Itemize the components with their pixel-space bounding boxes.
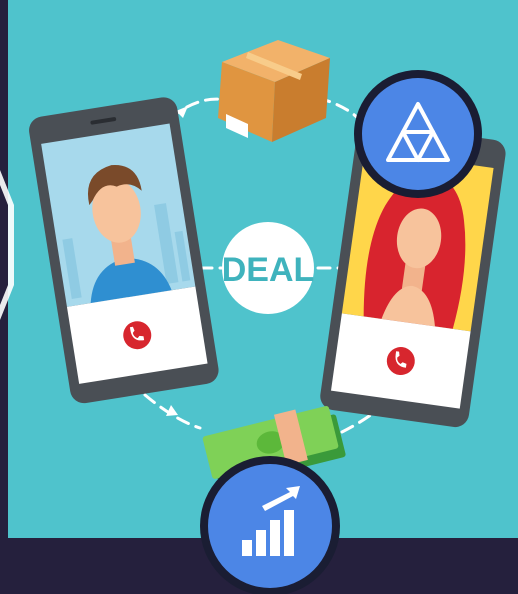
left-chevron-inner	[0, 185, 8, 305]
growth-badge[interactable]	[200, 456, 340, 594]
deal-label: DEAL	[222, 251, 315, 289]
brand-badge[interactable]	[354, 70, 482, 198]
deal-badge: DEAL	[222, 222, 315, 314]
deal-illustration: DEAL	[0, 0, 518, 594]
